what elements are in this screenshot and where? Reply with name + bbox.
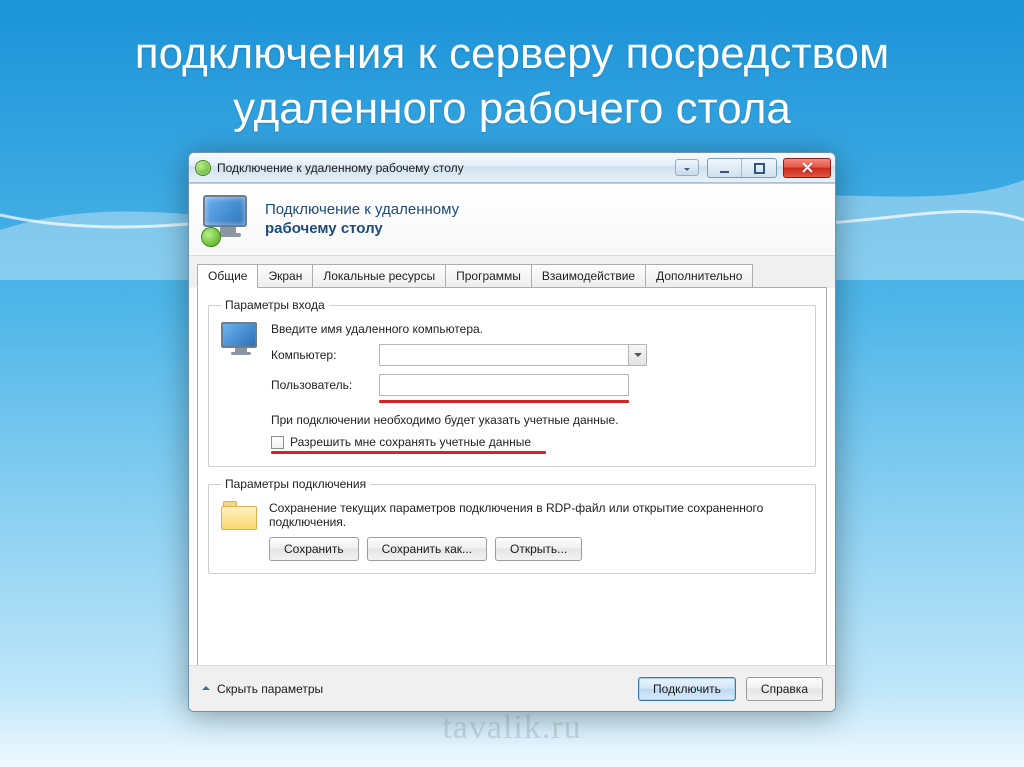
params-desc: Сохранение текущих параметров подключени… xyxy=(269,501,803,529)
credentials-hint: При подключении необходимо будет указать… xyxy=(271,413,803,427)
login-settings-group: Параметры входа Введите имя удаленного к… xyxy=(208,298,816,467)
dialog-footer: Скрыть параметры Подключить Справка xyxy=(189,665,835,711)
connection-settings-group: Параметры подключения Сохранение текущих… xyxy=(208,477,816,574)
header-line1: Подключение к удаленному xyxy=(265,201,459,218)
tab-general[interactable]: Общие xyxy=(197,264,258,288)
save-credentials-label: Разрешить мне сохранять учетные данные xyxy=(290,435,531,449)
window-title: Подключение к удаленному рабочему столу xyxy=(217,161,464,175)
login-legend: Параметры входа xyxy=(221,298,329,312)
remote-desktop-icon xyxy=(203,195,253,245)
chevron-up-icon xyxy=(201,682,211,696)
help-button-footer[interactable]: Справка xyxy=(746,677,823,701)
highlight-user xyxy=(379,400,629,403)
checkbox-box[interactable] xyxy=(271,436,284,449)
watermark: tavalik.ru xyxy=(442,709,581,747)
tab-experience[interactable]: Взаимодействие xyxy=(531,264,646,288)
maximize-button[interactable] xyxy=(742,159,776,178)
dialog-header: Подключение к удаленному рабочему столу xyxy=(189,184,835,256)
help-button[interactable] xyxy=(675,159,699,176)
titlebar[interactable]: Подключение к удаленному рабочему столу xyxy=(189,153,835,183)
tab-strip: Общие Экран Локальные ресурсы Программы … xyxy=(189,256,835,288)
computer-input[interactable] xyxy=(379,344,629,366)
rdp-window: Подключение к удаленному рабочему столу xyxy=(188,152,836,712)
header-line2: рабочему столу xyxy=(265,220,383,237)
user-input[interactable] xyxy=(379,374,629,396)
save-credentials-checkbox[interactable]: Разрешить мне сохранять учетные данные xyxy=(271,435,803,449)
computer-combobox[interactable] xyxy=(379,344,647,366)
login-intro: Введите имя удаленного компьютера. xyxy=(271,322,803,336)
hide-options-button[interactable]: Скрыть параметры xyxy=(201,682,323,696)
tab-programs[interactable]: Программы xyxy=(445,264,532,288)
close-button[interactable] xyxy=(783,158,831,178)
connect-button[interactable]: Подключить xyxy=(638,677,736,701)
tab-display[interactable]: Экран xyxy=(257,264,313,288)
slide-title: подключения к серверу посредством удален… xyxy=(0,0,1024,144)
computer-label: Компьютер: xyxy=(271,348,373,362)
user-label: Пользователь: xyxy=(271,378,373,392)
rdp-app-icon xyxy=(195,160,211,176)
params-legend: Параметры подключения xyxy=(221,477,370,491)
highlight-checkbox xyxy=(271,451,546,454)
tab-panel-general: Параметры входа Введите имя удаленного к… xyxy=(197,287,827,681)
save-as-button[interactable]: Сохранить как... xyxy=(367,537,487,561)
computer-icon xyxy=(221,322,261,454)
chevron-down-icon[interactable] xyxy=(629,344,647,366)
tab-local-resources[interactable]: Локальные ресурсы xyxy=(312,264,446,288)
minimize-button[interactable] xyxy=(708,159,742,178)
save-button[interactable]: Сохранить xyxy=(269,537,359,561)
tab-advanced[interactable]: Дополнительно xyxy=(645,264,753,288)
folder-icon xyxy=(221,501,259,531)
open-button[interactable]: Открыть... xyxy=(495,537,582,561)
